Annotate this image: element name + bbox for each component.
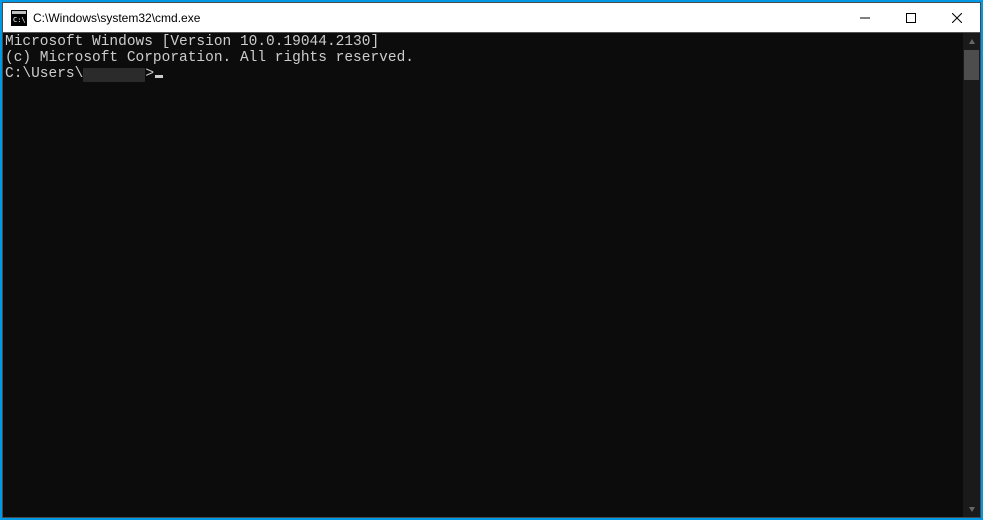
prompt-prefix: C:\Users\ — [5, 67, 83, 83]
close-button[interactable] — [934, 3, 980, 32]
titlebar[interactable]: C:\ C:\Windows\system32\cmd.exe — [3, 3, 980, 33]
client-area: Microsoft Windows [Version 10.0.19044.21… — [3, 33, 980, 517]
window-title: C:\Windows\system32\cmd.exe — [33, 11, 842, 25]
vertical-scrollbar[interactable] — [963, 33, 980, 517]
terminal-output[interactable]: Microsoft Windows [Version 10.0.19044.21… — [3, 33, 963, 517]
cmd-window: C:\ C:\Windows\system32\cmd.exe Microsof… — [2, 2, 981, 518]
cmd-icon: C:\ — [11, 10, 27, 26]
scroll-down-arrow[interactable] — [963, 500, 980, 517]
svg-text:C:\: C:\ — [13, 16, 26, 24]
scroll-thumb[interactable] — [964, 50, 979, 80]
terminal-line: Microsoft Windows [Version 10.0.19044.21… — [5, 35, 963, 51]
minimize-button[interactable] — [842, 3, 888, 32]
prompt-suffix: > — [145, 67, 154, 83]
maximize-button[interactable] — [888, 3, 934, 32]
prompt-line: C:\Users\ > — [5, 67, 963, 83]
scroll-track[interactable] — [963, 50, 980, 500]
terminal-line: (c) Microsoft Corporation. All rights re… — [5, 51, 963, 67]
scroll-up-arrow[interactable] — [963, 33, 980, 50]
window-controls — [842, 3, 980, 32]
redacted-username — [83, 68, 145, 82]
text-cursor — [155, 75, 163, 78]
